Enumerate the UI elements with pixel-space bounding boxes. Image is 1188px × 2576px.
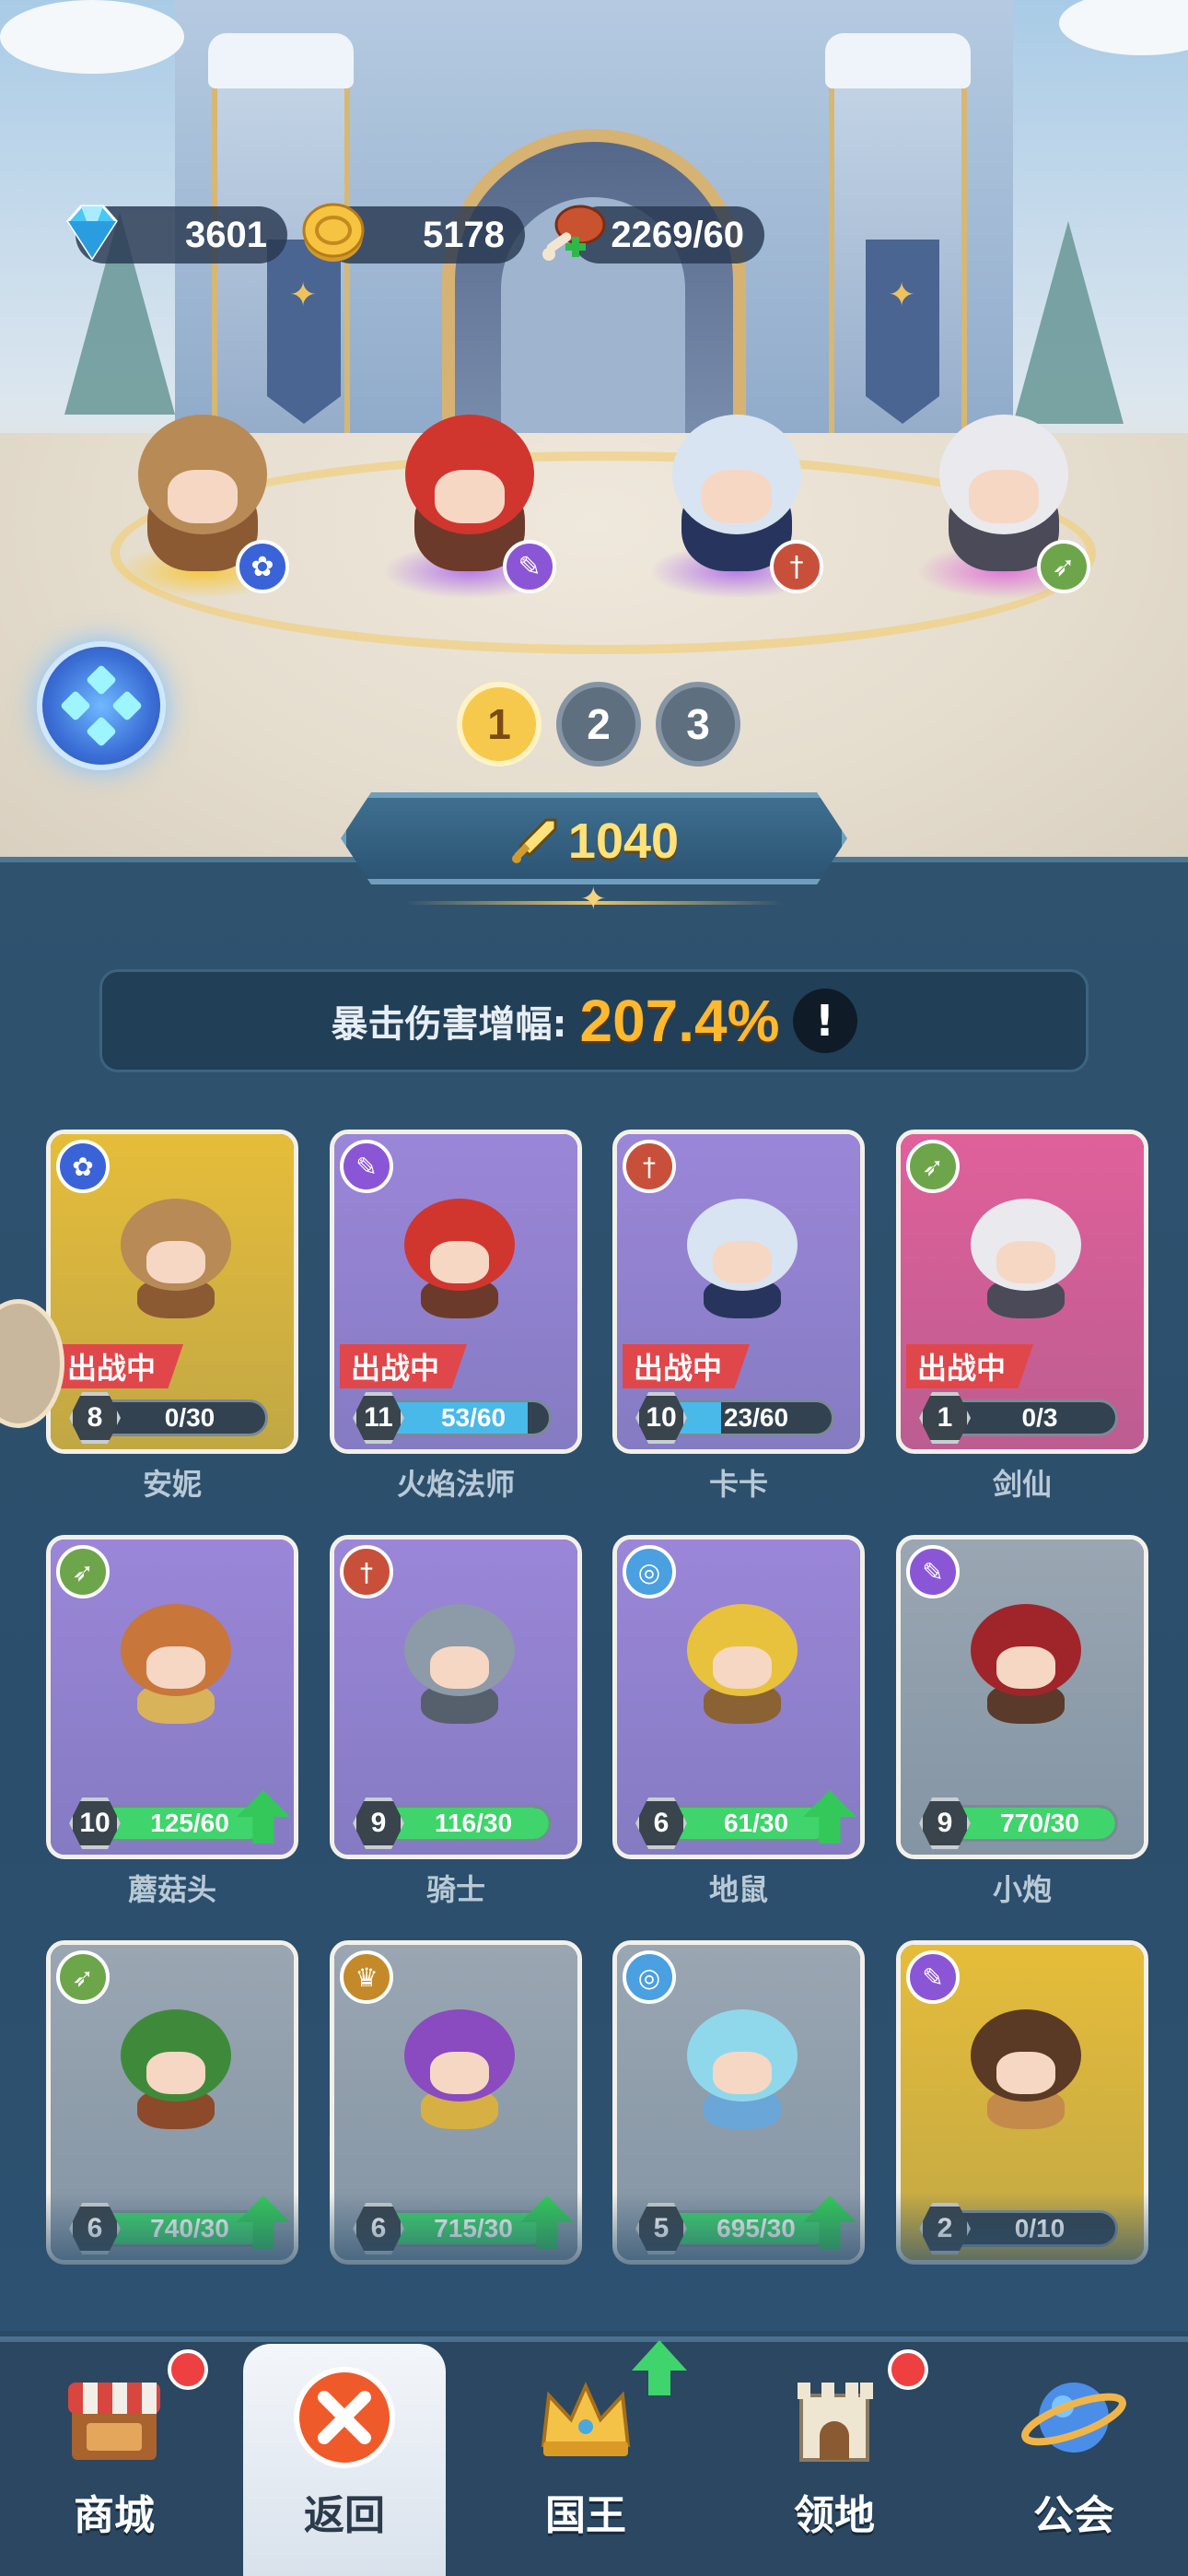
panel-divider [405,881,783,918]
meat-stamina-icon [542,205,606,261]
nav-tab-label: 领地 [794,2492,875,2539]
hero-card[interactable]: ✿ 出战中 0/30 8 [46,1130,298,1454]
magic-wand-icon: ✎ [906,1545,960,1598]
hero-face [702,470,772,523]
snow [1059,0,1188,55]
magic-wand-icon: ✎ [340,1140,393,1193]
hero-portrait [111,1189,240,1318]
nav-tab-close[interactable]: 返回 [243,2344,446,2576]
nav-tab-planet[interactable]: 公会 [973,2344,1175,2576]
notification-dot [888,2349,928,2390]
hero-portrait [111,1595,240,1724]
crit-damage-value: 207.4% [579,988,780,1054]
hero-name: 卡卡 [708,1467,768,1502]
deployed-tag: 出战中 [623,1344,751,1388]
nav-tab-label: 商城 [74,2492,155,2539]
gem-count: 3601 [185,214,267,255]
nav-tab-label: 公会 [1033,2492,1114,2539]
snow [0,0,184,74]
hero-portrait [395,2000,524,2129]
magic-wand-icon: ✎ [503,540,556,593]
hero-card[interactable]: † 出战中 23/60 10 [612,1130,865,1454]
hero-name: 小炮 [992,1872,1052,1907]
hero-card[interactable]: ✎ 出战中 53/60 11 [330,1130,582,1454]
hero-portrait [678,2000,807,2129]
crown-icon [530,2362,641,2473]
info-button[interactable]: ! [792,989,857,1053]
combat-power: 1040 [341,800,847,883]
castle-icon [779,2362,890,2473]
swirl-icon: ◎ [623,1545,676,1598]
scroll-fade [0,2193,1188,2331]
formation-page-2[interactable]: 2 [556,682,641,767]
hero-card[interactable]: ◎ 61/30 6 [612,1535,865,1859]
hero-name: 蘑菇头 [127,1872,216,1907]
gold-count: 5178 [423,214,505,255]
dagger-icon: † [770,540,823,593]
bow-icon: ➶ [56,1950,110,2004]
hero-card[interactable]: ➶ 125/60 10 [46,1535,298,1859]
crit-damage-label: 暴击伤害增幅: [331,1003,567,1046]
formation-page-3[interactable]: 3 [656,682,740,767]
hero-face [435,470,505,523]
hero-face [168,470,238,523]
nav-tab-label: 国王 [545,2492,626,2539]
formation-button[interactable] [37,641,166,770]
dagger-icon: † [340,1545,393,1598]
hero-portrait [111,2000,240,2129]
pine-tree [1013,221,1124,424]
field-hero[interactable]: † [645,396,829,599]
hero-portrait [961,1595,1090,1724]
hero-portrait [395,1595,524,1724]
wings-icon: ♛ [340,1950,393,2004]
hero-card[interactable]: † 116/30 9 [330,1535,582,1859]
bow-icon: ➶ [906,1140,960,1193]
paw-icon: ✿ [56,1140,110,1193]
sword-power-icon [511,818,557,863]
hero-portrait [961,1189,1090,1318]
field-hero[interactable]: ✿ [111,396,295,599]
hero-portrait [678,1189,807,1318]
close-icon [289,2362,400,2473]
hero-name: 剑仙 [992,1467,1052,1502]
nav-tab-label: 返回 [304,2492,385,2539]
bow-icon: ➶ [56,1545,110,1598]
hero-portrait [395,1189,524,1318]
field-hero[interactable]: ➶ [912,396,1096,599]
shop-icon [59,2362,169,2473]
planet-icon [1019,2362,1129,2473]
magic-wand-icon: ✎ [906,1950,960,2004]
hero-card[interactable]: ✎ 770/30 9 [896,1535,1148,1859]
bow-icon: ➶ [1037,540,1090,593]
combat-power-value: 1040 [567,814,680,869]
paw-icon: ✿ [236,540,289,593]
hero-name: 火焰法师 [396,1467,515,1502]
stamina-count: 2269/60 [611,214,744,255]
deployed-tag: 出战中 [906,1344,1034,1388]
dagger-icon: † [623,1140,676,1193]
hero-name: 地鼠 [708,1872,768,1907]
hero-face [969,470,1039,523]
hero-name: 安妮 [142,1467,202,1502]
hero-portrait [678,1595,807,1724]
gold-coin-icon [302,203,365,262]
deployed-tag: 出战中 [56,1344,184,1388]
hero-portrait [961,2000,1090,2129]
hero-name: 骑士 [425,1872,485,1907]
field-hero[interactable]: ✎ [378,396,562,599]
swirl-icon: ◎ [623,1950,676,2004]
diamond-icon [66,205,118,261]
hero-card[interactable]: ➶ 出战中 0/3 1 [896,1130,1148,1454]
notification-dot [168,2349,208,2390]
deployed-tag: 出战中 [340,1344,468,1388]
formation-icon [61,665,142,746]
crit-damage-bonus: 暴击伤害增幅: 207.4% ! [99,969,1089,1072]
formation-page-1[interactable]: 1 [457,682,542,767]
